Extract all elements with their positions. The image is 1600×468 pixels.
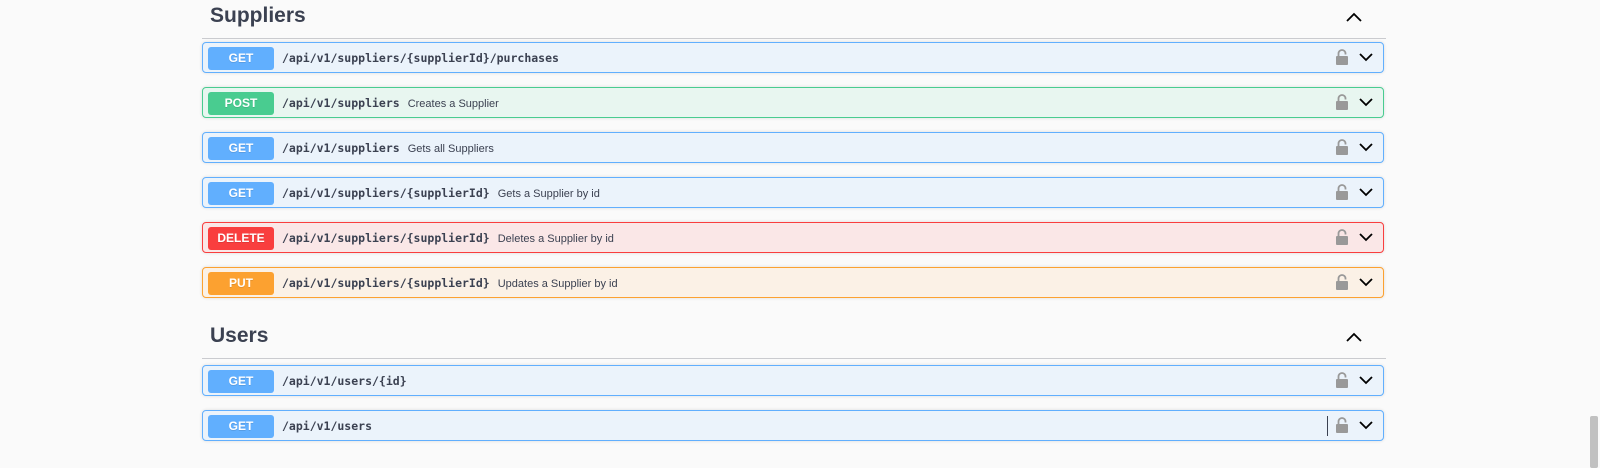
chevron-down-icon[interactable]	[1358, 51, 1374, 63]
section-users: Users GET /api/v1/users/{id} GET /api/v1…	[202, 320, 1386, 441]
operation-summary: Gets a Supplier by id	[497, 188, 600, 200]
chevron-down-icon[interactable]	[1358, 419, 1374, 431]
method-badge: POST	[208, 92, 274, 115]
operation-path: /api/v1/suppliers Gets all Suppliers	[282, 141, 494, 155]
scrollbar[interactable]	[1588, 0, 1600, 468]
lock-icon[interactable]	[1335, 417, 1349, 434]
operation-get-users[interactable]: GET /api/v1/users	[202, 410, 1384, 441]
path-text: /api/v1/users	[282, 419, 373, 433]
operation-summary: Gets all Suppliers	[407, 143, 494, 155]
operation-summary: Updates a Supplier by id	[497, 278, 618, 290]
method-badge: DELETE	[208, 227, 274, 250]
path-text: /api/v1/users/{id}	[282, 374, 407, 388]
path-text: /api/v1/suppliers/{supplierId}	[282, 276, 490, 290]
method-badge: GET	[208, 182, 274, 205]
scrollbar-thumb[interactable]	[1590, 416, 1598, 468]
chevron-down-icon[interactable]	[1358, 374, 1374, 386]
operation-delete-supplier[interactable]: DELETE /api/v1/suppliers/{supplierId} Del…	[202, 222, 1384, 253]
operation-path: /api/v1/suppliers/{supplierId} Deletes a …	[282, 231, 614, 245]
lock-icon[interactable]	[1335, 139, 1349, 156]
operation-summary: Deletes a Supplier by id	[497, 233, 614, 245]
operation-get-supplier-purchases[interactable]: GET /api/v1/suppliers/{supplierId}/purch…	[202, 42, 1384, 73]
lock-icon[interactable]	[1335, 274, 1349, 291]
chevron-down-icon[interactable]	[1358, 96, 1374, 108]
method-badge: GET	[208, 370, 274, 393]
operation-summary: Creates a Supplier	[407, 98, 499, 110]
lock-icon[interactable]	[1335, 229, 1349, 246]
chevron-down-icon[interactable]	[1358, 276, 1374, 288]
section-header-users[interactable]: Users	[202, 320, 1386, 359]
section-title: Suppliers	[210, 4, 306, 27]
operation-path: /api/v1/suppliers/{supplierId} Gets a Sup…	[282, 186, 600, 200]
operation-path: /api/v1/users	[282, 419, 372, 433]
path-text: /api/v1/suppliers/{supplierId}/purchases	[282, 51, 559, 65]
method-badge: GET	[208, 47, 274, 70]
operation-path: /api/v1/users/{id}	[282, 374, 407, 388]
chevron-down-icon[interactable]	[1358, 186, 1374, 198]
section-title: Users	[210, 324, 269, 347]
operation-path: /api/v1/suppliers/{supplierId}/purchases	[282, 51, 559, 65]
divider	[1327, 416, 1328, 436]
section-suppliers: Suppliers GET /api/v1/suppliers/{supplie…	[202, 0, 1386, 298]
operation-get-user-by-id[interactable]: GET /api/v1/users/{id}	[202, 365, 1384, 396]
path-text: /api/v1/suppliers/{supplierId}	[282, 186, 490, 200]
chevron-down-icon[interactable]	[1358, 231, 1374, 243]
operation-path: /api/v1/suppliers/{supplierId} Updates a …	[282, 276, 618, 290]
path-text: /api/v1/suppliers/{supplierId}	[282, 231, 490, 245]
operation-post-suppliers[interactable]: POST /api/v1/suppliers Creates a Supplier	[202, 87, 1384, 118]
method-badge: GET	[208, 415, 274, 438]
chevron-down-icon[interactable]	[1358, 141, 1374, 153]
method-badge: GET	[208, 137, 274, 160]
chevron-up-icon[interactable]	[1344, 328, 1364, 348]
operation-get-supplier-by-id[interactable]: GET /api/v1/suppliers/{supplierId} Gets a…	[202, 177, 1384, 208]
method-badge: PUT	[208, 272, 274, 295]
chevron-up-icon[interactable]	[1344, 8, 1364, 28]
lock-icon[interactable]	[1335, 372, 1349, 389]
lock-icon[interactable]	[1335, 49, 1349, 66]
operation-get-suppliers[interactable]: GET /api/v1/suppliers Gets all Suppliers	[202, 132, 1384, 163]
path-text: /api/v1/suppliers	[282, 96, 400, 110]
path-text: /api/v1/suppliers	[282, 141, 400, 155]
lock-icon[interactable]	[1335, 94, 1349, 111]
lock-icon[interactable]	[1335, 184, 1349, 201]
operation-put-supplier[interactable]: PUT /api/v1/suppliers/{supplierId} Update…	[202, 267, 1384, 298]
section-header-suppliers[interactable]: Suppliers	[202, 0, 1386, 39]
operation-path: /api/v1/suppliers Creates a Supplier	[282, 96, 499, 110]
